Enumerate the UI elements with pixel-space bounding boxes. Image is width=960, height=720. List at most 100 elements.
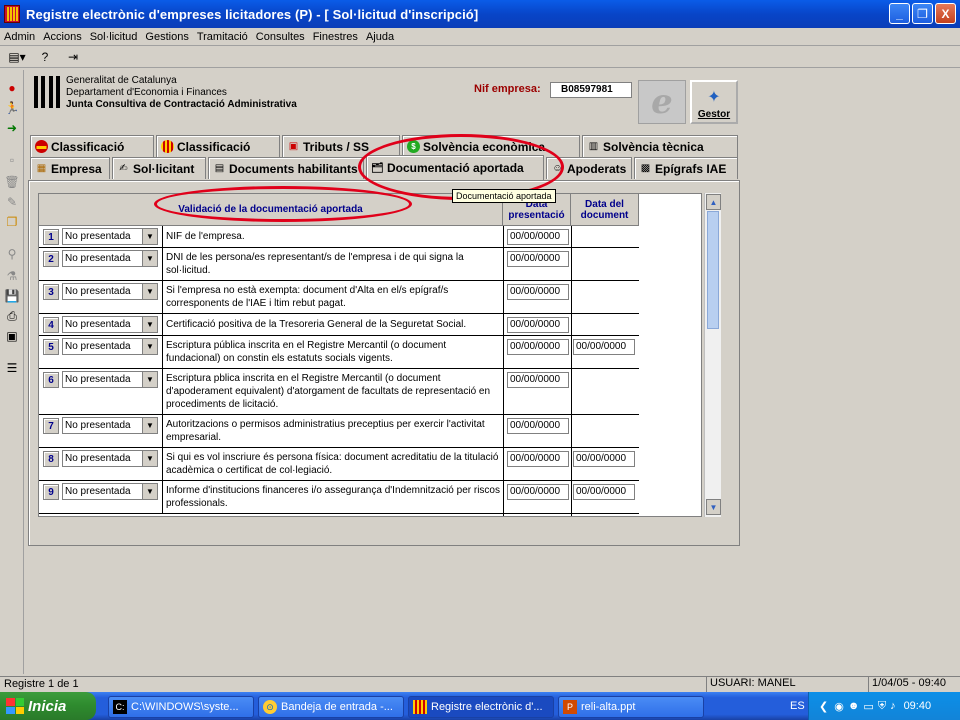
- task-registre[interactable]: Registre electrònic d'...: [408, 696, 554, 718]
- tab-empresa[interactable]: ▦ Empresa: [30, 157, 110, 179]
- dropdown-arrow-icon[interactable]: ▼: [142, 284, 157, 299]
- menu-admin[interactable]: Admin: [4, 31, 35, 43]
- close-button[interactable]: X: [935, 3, 956, 24]
- maximize-button[interactable]: ❐: [912, 3, 933, 24]
- menu-gestions[interactable]: Gestions: [145, 31, 188, 43]
- date-presentacio-field[interactable]: 00/00/0000: [507, 284, 569, 300]
- tray-security-icon[interactable]: ⛨: [878, 700, 886, 713]
- dropdown-arrow-icon[interactable]: ▼: [142, 317, 157, 332]
- tray-network-icon[interactable]: ◉: [834, 700, 844, 713]
- menu-finestres[interactable]: Finestres: [313, 31, 358, 43]
- run-icon[interactable]: 🏃: [3, 100, 21, 116]
- copy-icon[interactable]: ❐: [3, 214, 21, 230]
- enter-icon[interactable]: ➜: [3, 120, 21, 136]
- date-presentacio-field[interactable]: 00/00/0000: [507, 451, 569, 467]
- tray-monitor-icon[interactable]: ▭: [863, 700, 873, 713]
- date-document-field[interactable]: 00/00/0000: [573, 339, 635, 355]
- dropdown-arrow-icon[interactable]: ▼: [142, 372, 157, 387]
- e-button[interactable]: e: [638, 80, 686, 124]
- dropdown-arrow-icon[interactable]: ▼: [142, 418, 157, 433]
- minimize-button[interactable]: _: [889, 3, 910, 24]
- menu-sollicitud[interactable]: Sol·licitud: [90, 31, 138, 43]
- date-document-field[interactable]: 00/00/0000: [573, 451, 635, 467]
- help-icon[interactable]: ?: [36, 49, 54, 65]
- exit-icon[interactable]: ⇥: [64, 49, 82, 65]
- dropdown-arrow-icon[interactable]: ▼: [142, 229, 157, 244]
- date-presentacio-field[interactable]: 00/00/0000: [507, 251, 569, 267]
- tree-view-icon[interactable]: ▤▾: [8, 49, 26, 65]
- row-number-button[interactable]: 3: [43, 284, 59, 300]
- list-icon[interactable]: ☰: [3, 360, 21, 376]
- row-number-button[interactable]: 2: [43, 251, 59, 267]
- date-presentacio-field[interactable]: 00/00/0000: [507, 339, 569, 355]
- status-select[interactable]: No presentada ▼: [62, 283, 158, 300]
- row-number-button[interactable]: 5: [43, 339, 59, 355]
- date-presentacio-field[interactable]: 00/00/0000: [507, 418, 569, 434]
- status-value: No presentada: [65, 341, 131, 352]
- dropdown-arrow-icon[interactable]: ▼: [142, 451, 157, 466]
- new-doc-icon[interactable]: ▫: [3, 152, 21, 168]
- scroll-down-icon[interactable]: ▼: [706, 499, 721, 515]
- filter-icon[interactable]: ⚗: [3, 268, 21, 284]
- grid-scrollbar[interactable]: ▲ ▼: [704, 193, 721, 517]
- tray-back-icon[interactable]: ❮: [819, 700, 828, 713]
- row-number-button[interactable]: 7: [43, 418, 59, 434]
- row-number-button[interactable]: 9: [43, 484, 59, 500]
- tab-documents-habilitants[interactable]: ▤ Documents habilitants: [208, 157, 364, 179]
- scroll-up-icon[interactable]: ▲: [706, 194, 721, 210]
- status-select[interactable]: No presentada ▼: [62, 316, 158, 333]
- status-select[interactable]: No presentada ▼: [62, 483, 158, 500]
- gestor-button[interactable]: ✦ Gestor: [690, 80, 738, 124]
- tab-solvencia-tecnica[interactable]: ▥ Solvència tècnica: [582, 135, 738, 157]
- status-select[interactable]: No presentada ▼: [62, 338, 158, 355]
- tab-tributs-ss[interactable]: ▣ Tributs / SS: [282, 135, 400, 157]
- menu-accions[interactable]: Accions: [43, 31, 82, 43]
- tab-documentacio-aportada[interactable]: 🗂 Documentació aportada: [366, 155, 544, 180]
- tray-panda-icon[interactable]: ☻: [848, 700, 860, 712]
- record-indicator: Registre 1 de 1: [4, 678, 79, 690]
- language-indicator[interactable]: ES: [790, 700, 805, 712]
- dropdown-arrow-icon[interactable]: ▼: [142, 484, 157, 499]
- task-cmd[interactable]: C: C:\WINDOWS\syste...: [108, 696, 254, 718]
- tab-epigrafs-iae[interactable]: ▩ Epígrafs IAE: [634, 157, 738, 179]
- task-inbox[interactable]: ⊙ Bandeja de entrada -...: [258, 696, 404, 718]
- edit-icon[interactable]: ✎: [3, 194, 21, 210]
- status-select[interactable]: No presentada ▼: [62, 371, 158, 388]
- tab-classificacio-2[interactable]: Classificació: [156, 135, 280, 157]
- nif-field[interactable]: B08597981: [550, 82, 632, 98]
- dropdown-arrow-icon[interactable]: ▼: [142, 339, 157, 354]
- status-select[interactable]: No presentada ▼: [62, 250, 158, 267]
- tab-apoderats[interactable]: ☺ Apoderats: [546, 157, 632, 179]
- menu-tramitacio[interactable]: Tramitació: [197, 31, 248, 43]
- tab-solvencia-economica[interactable]: $ Solvència econòmica: [402, 135, 580, 157]
- menu-consultes[interactable]: Consultes: [256, 31, 305, 43]
- date-document-field[interactable]: 00/00/0000: [573, 484, 635, 500]
- tab-label: Solvència tècnica: [603, 139, 704, 154]
- row-number-button[interactable]: 4: [43, 317, 59, 333]
- dropdown-arrow-icon[interactable]: ▼: [142, 251, 157, 266]
- save-icon[interactable]: 💾: [3, 288, 21, 304]
- delete-icon[interactable]: 🗑: [3, 174, 21, 190]
- status-select[interactable]: No presentada ▼: [62, 228, 158, 245]
- search-icon[interactable]: ⚲: [3, 246, 21, 262]
- row-number-button[interactable]: 1: [43, 229, 59, 245]
- row-number-button[interactable]: 8: [43, 451, 59, 467]
- preview-icon[interactable]: ▣: [3, 328, 21, 344]
- stop-icon[interactable]: ●: [3, 80, 21, 96]
- date-presentacio-field[interactable]: 00/00/0000: [507, 372, 569, 388]
- task-ppt[interactable]: P reli-alta.ppt: [558, 696, 704, 718]
- tab-sollicitant[interactable]: ✍ Sol·licitant: [112, 157, 206, 179]
- app-logo-icon: [4, 5, 20, 23]
- date-presentacio-field[interactable]: 00/00/0000: [507, 317, 569, 333]
- status-select[interactable]: No presentada ▼: [62, 450, 158, 467]
- row-number-button[interactable]: 6: [43, 372, 59, 388]
- tab-classificacio-1[interactable]: ▬ Classificació: [30, 135, 154, 157]
- menu-ajuda[interactable]: Ajuda: [366, 31, 394, 43]
- date-presentacio-field[interactable]: 00/00/0000: [507, 484, 569, 500]
- date-presentacio-field[interactable]: 00/00/0000: [507, 229, 569, 245]
- status-select[interactable]: No presentada ▼: [62, 417, 158, 434]
- print-icon[interactable]: ⎙: [3, 308, 21, 324]
- tray-volume-icon[interactable]: ♪: [890, 700, 896, 712]
- scroll-thumb[interactable]: [707, 211, 719, 329]
- start-button[interactable]: Inicia: [0, 692, 96, 720]
